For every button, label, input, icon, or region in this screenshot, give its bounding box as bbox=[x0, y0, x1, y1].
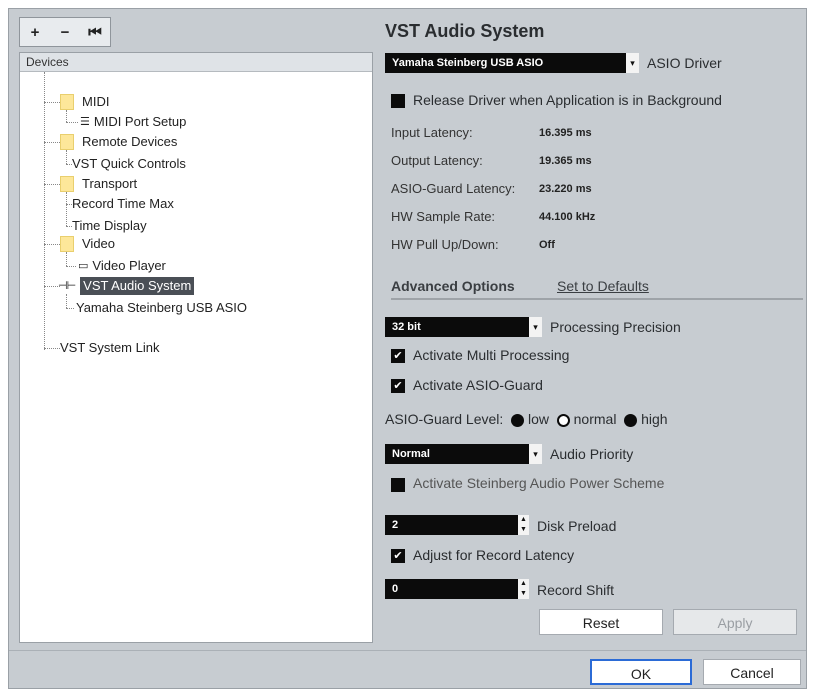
hw-pull-value: Off bbox=[539, 239, 555, 251]
power-scheme-checkbox[interactable] bbox=[391, 478, 405, 492]
folder-icon bbox=[60, 134, 74, 150]
folder-icon bbox=[60, 176, 74, 192]
processing-precision-dropdown[interactable]: 32 bit ▾ bbox=[385, 317, 542, 337]
disk-preload-label: Disk Preload bbox=[537, 518, 617, 534]
section-divider bbox=[391, 298, 803, 300]
vst-audio-icon: ⊣⊢ bbox=[58, 280, 76, 292]
radio-low[interactable] bbox=[511, 413, 525, 427]
ok-button[interactable]: OK bbox=[590, 659, 692, 685]
asio-driver-dropdown[interactable]: Yamaha Steinberg USB ASIO ▾ bbox=[385, 53, 639, 73]
tree-item-record-time-max[interactable]: Record Time Max bbox=[72, 195, 174, 213]
disk-preload-stepper[interactable]: 2 ▲ ▼ bbox=[385, 515, 529, 535]
adjust-latency-label: Adjust for Record Latency bbox=[413, 547, 575, 563]
footer-divider bbox=[9, 650, 806, 651]
stepper-down-icon: ▼ bbox=[520, 526, 527, 533]
tree-item-video-player[interactable]: ▭ Video Player bbox=[78, 257, 166, 275]
hw-pull-label: HW Pull Up/Down: bbox=[391, 237, 499, 252]
tree-item-yamaha-usb-asio[interactable]: Yamaha Steinberg USB ASIO bbox=[76, 299, 247, 317]
radio-low-label: low bbox=[527, 411, 549, 427]
set-to-defaults-link[interactable]: Set to Defaults bbox=[557, 278, 649, 294]
adjust-latency-checkbox[interactable]: ✔ bbox=[391, 549, 405, 563]
asio-guard-latency-label: ASIO-Guard Latency: bbox=[391, 181, 516, 196]
tree-item-midi-port-setup[interactable]: ☰ MIDI Port Setup bbox=[80, 113, 186, 131]
audio-priority-label: Audio Priority bbox=[550, 446, 634, 462]
radio-high-label: high bbox=[641, 411, 668, 427]
midi-port-icon: ☰ bbox=[80, 116, 90, 128]
tree-item-video[interactable]: Video bbox=[60, 235, 115, 253]
input-latency-label: Input Latency: bbox=[391, 125, 473, 140]
chevron-down-icon: ▾ bbox=[528, 444, 542, 464]
tree-header: Devices bbox=[20, 53, 372, 72]
add-device-button[interactable]: + bbox=[23, 24, 47, 41]
asio-guard-label: Activate ASIO-Guard bbox=[413, 377, 543, 393]
chevron-down-icon: ▾ bbox=[528, 317, 542, 337]
reset-button[interactable]: Reset bbox=[539, 609, 663, 635]
processing-precision-label: Processing Precision bbox=[550, 319, 681, 335]
asio-guard-level-group: ASIO-Guard Level: low normal high bbox=[385, 411, 668, 427]
multi-processing-checkbox[interactable]: ✔ bbox=[391, 349, 405, 363]
hw-sample-rate-value: 44.100 kHz bbox=[539, 211, 596, 223]
tree-item-vst-system-link[interactable]: VST System Link bbox=[60, 339, 159, 357]
stepper-buttons[interactable]: ▲ ▼ bbox=[517, 579, 529, 599]
radio-normal-label: normal bbox=[573, 411, 617, 427]
cancel-button[interactable]: Cancel bbox=[703, 659, 801, 685]
remove-device-button[interactable]: − bbox=[53, 24, 77, 41]
radio-normal[interactable] bbox=[556, 413, 570, 427]
release-driver-label: Release Driver when Application is in Ba… bbox=[413, 92, 722, 108]
stepper-up-icon: ▲ bbox=[520, 580, 527, 587]
asio-guard-level-label: ASIO-Guard Level: bbox=[385, 411, 504, 427]
stepper-down-icon: ▼ bbox=[520, 590, 527, 597]
asio-guard-latency-value: 23.220 ms bbox=[539, 183, 592, 195]
folder-icon bbox=[60, 94, 74, 110]
record-shift-label: Record Shift bbox=[537, 582, 615, 598]
devices-tree-panel: Devices MIDI ☰ MIDI Port Setup Remote De… bbox=[19, 52, 373, 643]
tree-item-transport[interactable]: Transport bbox=[60, 175, 137, 193]
tree-toolbar: + − ⏮ bbox=[19, 17, 111, 47]
power-scheme-label: Activate Steinberg Audio Power Scheme bbox=[413, 475, 665, 491]
multi-processing-label: Activate Multi Processing bbox=[413, 347, 570, 363]
input-latency-value: 16.395 ms bbox=[539, 127, 592, 139]
tree-item-vst-quick-controls[interactable]: VST Quick Controls bbox=[72, 155, 186, 173]
stepper-up-icon: ▲ bbox=[520, 516, 527, 523]
tree-item-time-display[interactable]: Time Display bbox=[72, 217, 147, 235]
apply-button[interactable]: Apply bbox=[673, 609, 797, 635]
radio-high[interactable] bbox=[624, 413, 638, 427]
folder-icon bbox=[60, 236, 74, 252]
tree-item-midi[interactable]: MIDI bbox=[60, 93, 109, 111]
asio-driver-label: ASIO Driver bbox=[647, 55, 722, 71]
stepper-buttons[interactable]: ▲ ▼ bbox=[517, 515, 529, 535]
audio-priority-dropdown[interactable]: Normal ▾ bbox=[385, 444, 542, 464]
advanced-options-tab[interactable]: Advanced Options bbox=[391, 278, 515, 294]
reset-device-button[interactable]: ⏮ bbox=[83, 24, 107, 41]
record-shift-stepper[interactable]: 0 ▲ ▼ bbox=[385, 579, 529, 599]
hw-sample-rate-label: HW Sample Rate: bbox=[391, 209, 496, 224]
tree-item-vst-audio-system[interactable]: ⊣⊢ VST Audio System bbox=[58, 277, 195, 295]
output-latency-label: Output Latency: bbox=[391, 153, 483, 168]
video-player-icon: ▭ bbox=[78, 260, 88, 272]
release-driver-checkbox[interactable] bbox=[391, 94, 405, 108]
output-latency-value: 19.365 ms bbox=[539, 155, 592, 167]
device-setup-window: + − ⏮ Devices MIDI ☰ MIDI Port Setup Rem… bbox=[8, 8, 807, 689]
tree-item-remote-devices[interactable]: Remote Devices bbox=[60, 133, 177, 151]
chevron-down-icon: ▾ bbox=[625, 53, 639, 73]
page-title: VST Audio System bbox=[385, 21, 545, 41]
asio-guard-checkbox[interactable]: ✔ bbox=[391, 379, 405, 393]
